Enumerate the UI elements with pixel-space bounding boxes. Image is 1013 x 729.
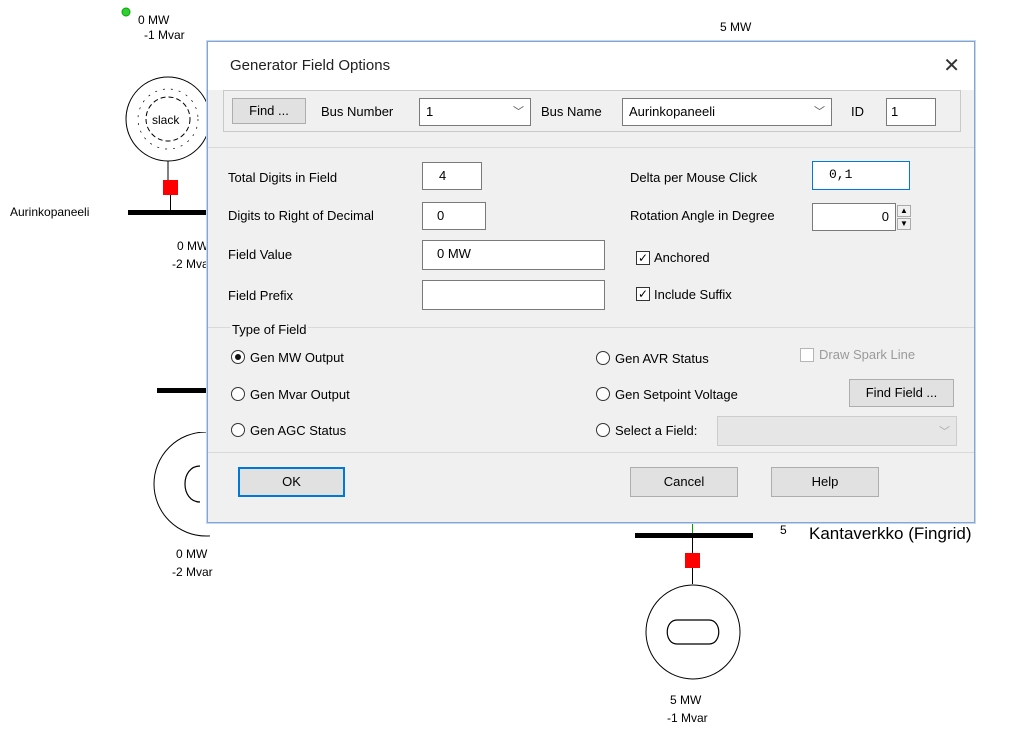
gen-setpoint-voltage-radio[interactable]: [596, 387, 610, 401]
field-value-field[interactable]: 0 MW: [422, 240, 605, 270]
breaker-bus5[interactable]: [685, 553, 700, 568]
gen-type-label: slack: [152, 113, 180, 127]
chevron-down-icon: ﹀: [513, 106, 524, 118]
bus-number-dropdown[interactable]: 1 ﹀: [419, 98, 531, 126]
delta-field[interactable]: 0,1: [812, 161, 910, 190]
gen-left-mvar: -2 Mvar: [172, 565, 213, 579]
select-field-radio[interactable]: [596, 423, 610, 437]
id-label: ID: [851, 104, 864, 119]
digits-right-label: Digits to Right of Decimal: [228, 208, 374, 223]
gen-mw-output-label: Gen MW Output: [250, 350, 344, 365]
chevron-down-icon: ﹀: [939, 426, 950, 438]
breaker-bus1[interactable]: [163, 180, 178, 195]
field-value-label: Field Value: [228, 247, 293, 262]
field-prefix-label: Field Prefix: [228, 288, 294, 303]
gen-setpoint-voltage-label: Gen Setpoint Voltage: [615, 387, 738, 402]
chevron-down-icon: ﹀: [814, 106, 825, 118]
gen-mw-output-radio[interactable]: [231, 350, 245, 364]
field-prefix-field[interactable]: [422, 280, 605, 310]
divider: [208, 147, 974, 148]
gen-top-mvar: -1 Mvar: [144, 28, 185, 42]
bus-5-bar[interactable]: [635, 533, 753, 538]
right-top-mw: 5 MW: [720, 20, 752, 34]
bus-2-bar[interactable]: [157, 388, 207, 393]
divider: [208, 452, 974, 453]
close-icon[interactable]: ✕: [943, 53, 960, 78]
total-digits-label: Total Digits in Field: [228, 170, 338, 185]
bus-selection-bar: Find ... Bus Number 1 ﹀ Bus Name Aurinko…: [223, 90, 961, 132]
gen-connector: [170, 195, 171, 210]
gen-agc-status-radio[interactable]: [231, 423, 245, 437]
find-button[interactable]: Find ...: [232, 98, 306, 124]
rotation-field[interactable]: 0: [812, 203, 896, 231]
gen-agc-status-label: Gen AGC Status: [250, 423, 347, 438]
select-field-dropdown[interactable]: ﹀: [717, 416, 957, 446]
digits-right-field[interactable]: 0: [422, 202, 486, 230]
gen-right-connector-b: [692, 568, 693, 584]
spin-down-icon[interactable]: ▼: [897, 218, 911, 230]
gen-mid-mw: 0 MW: [177, 239, 209, 253]
delta-label: Delta per Mouse Click: [630, 170, 758, 185]
generator-right-icon[interactable]: [644, 583, 742, 681]
bus-name-value: Aurinkopaneeli: [629, 104, 716, 119]
ok-button[interactable]: OK: [238, 467, 345, 497]
draw-spark-line-label: Draw Spark Line: [819, 347, 916, 362]
bus-5-number: 5: [780, 523, 787, 537]
gen-top-mw: 0 MW: [138, 13, 170, 27]
dialog-titlebar[interactable]: Generator Field Options ✕: [208, 42, 974, 90]
gen-right-mvar: -1 Mvar: [667, 711, 708, 725]
divider: [208, 327, 974, 328]
generator-icon[interactable]: [140, 432, 210, 540]
bus-number-value: 1: [426, 104, 434, 119]
spin-up-icon[interactable]: ▲: [897, 205, 911, 217]
gen-avr-status-radio[interactable]: [596, 351, 610, 365]
gen-mvar-output-label: Gen Mvar Output: [250, 387, 350, 402]
include-suffix-label: Include Suffix: [654, 287, 732, 302]
slack-generator-icon[interactable]: [118, 76, 212, 180]
bus-5-name: Kantaverkko (Fingrid): [809, 524, 972, 543]
generator-field-options-dialog: Generator Field Options ✕ Find ... Bus N…: [207, 41, 975, 523]
total-digits-field[interactable]: 4: [422, 162, 482, 190]
bus-name-label: Bus Name: [541, 104, 602, 119]
draw-spark-line-checkbox[interactable]: [800, 348, 814, 362]
gen-left-mw: 0 MW: [176, 547, 208, 561]
gen-right-mw: 5 MW: [670, 693, 702, 707]
select-field-label: Select a Field:: [615, 423, 698, 438]
gen-avr-status-label: Gen AVR Status: [615, 351, 709, 366]
bus-name-dropdown[interactable]: Aurinkopaneeli ﹀: [622, 98, 832, 126]
gen-right-connector-a: [692, 538, 693, 553]
id-field[interactable]: 1: [886, 98, 936, 126]
gen-mvar-output-radio[interactable]: [231, 387, 245, 401]
dialog-title: Generator Field Options: [230, 57, 391, 74]
include-suffix-checkbox[interactable]: ✓: [636, 287, 650, 301]
bus-1-bar[interactable]: [128, 210, 208, 215]
rotation-label: Rotation Angle in Degree: [630, 208, 775, 223]
status-indicator-icon: [121, 7, 131, 17]
anchored-label: Anchored: [654, 250, 710, 265]
bus-1-name: Aurinkopaneeli: [10, 205, 90, 219]
find-field-button[interactable]: Find Field ...: [849, 379, 954, 407]
bus-number-label: Bus Number: [321, 104, 394, 119]
cancel-button[interactable]: Cancel: [630, 467, 738, 497]
help-button[interactable]: Help: [771, 467, 879, 497]
anchored-checkbox[interactable]: ✓: [636, 251, 650, 265]
type-of-field-label: Type of Field: [230, 322, 309, 337]
